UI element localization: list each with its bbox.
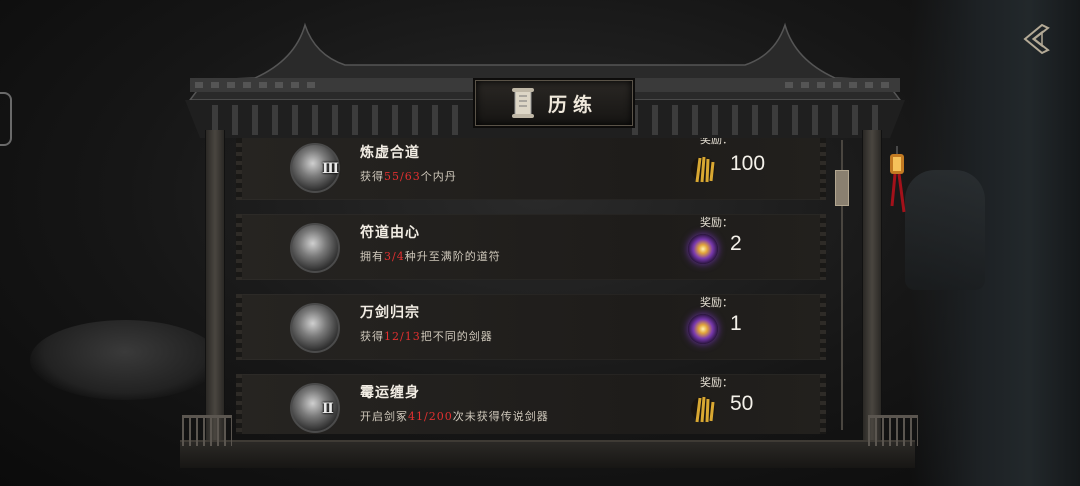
lantern-icon bbox=[890, 146, 906, 213]
background-rock bbox=[30, 320, 220, 400]
quest-name: 符道由心 bbox=[360, 225, 420, 241]
page-title: 历练 bbox=[547, 93, 598, 116]
back-button[interactable] bbox=[1018, 20, 1056, 58]
list-item[interactable]: 万剑归宗 获得12/13把不同的剑器 奖励： 1 bbox=[236, 294, 826, 360]
side-tab-edge[interactable] bbox=[0, 92, 12, 146]
list-item[interactable]: 符道由心 拥有3/4种升至满阶的道符 奖励： 2 bbox=[236, 214, 826, 280]
list-item[interactable]: Ⅱ 霉运缠身 开启剑冢41/200次未获得传说剑器 奖励： 50 bbox=[236, 374, 826, 434]
reward-amount: 2 bbox=[730, 232, 742, 255]
list-scrollbar[interactable] bbox=[834, 140, 850, 430]
pillar-left bbox=[205, 130, 225, 450]
scroll-icon bbox=[511, 88, 534, 118]
back-arrow-icon bbox=[1023, 23, 1050, 55]
pavilion-base bbox=[180, 440, 915, 468]
background-statue bbox=[905, 170, 985, 290]
reward-label: 奖励： bbox=[700, 376, 733, 389]
list-item[interactable]: Ⅲ 炼虚合道 获得55/63个内丹 奖励： 100 bbox=[236, 138, 826, 200]
quest-name: 炼虚合道 bbox=[360, 145, 420, 161]
quest-name: 万剑归宗 bbox=[360, 305, 420, 321]
title-plaque: 历练 bbox=[475, 80, 633, 126]
tier-label: Ⅲ bbox=[322, 161, 340, 177]
reward-amount: 100 bbox=[730, 152, 766, 175]
quest-desc: 开启剑冢41/200次未获得传说剑器 bbox=[360, 410, 549, 423]
gold-sword-bundle-icon bbox=[688, 154, 718, 184]
quest-desc: 获得12/13把不同的剑器 bbox=[360, 330, 493, 343]
quest-name: 霉运缠身 bbox=[360, 385, 420, 401]
scroll-thumb[interactable] bbox=[835, 170, 849, 206]
quest-desc: 拥有3/4种升至满阶的道符 bbox=[360, 250, 501, 263]
gold-sword-bundle-icon bbox=[688, 394, 718, 424]
quest-progress: 55/63 bbox=[384, 170, 421, 183]
talisman-cards-badge-icon bbox=[290, 223, 340, 273]
quest-list[interactable]: Ⅲ 炼虚合道 获得55/63个内丹 奖励： 100 符道由心 拥有3/4种升至满… bbox=[230, 138, 852, 434]
railing-left bbox=[182, 415, 232, 446]
reward-amount: 1 bbox=[730, 312, 742, 335]
spirit-orb-icon bbox=[688, 234, 718, 264]
reward-amount: 50 bbox=[730, 392, 754, 415]
reward-label: 奖励： bbox=[700, 216, 733, 229]
pillar-right bbox=[862, 130, 882, 450]
quest-progress: 3/4 bbox=[384, 250, 405, 263]
quest-desc: 获得55/63个内丹 bbox=[360, 170, 457, 183]
spirit-orb-icon bbox=[688, 314, 718, 344]
quest-progress: 41/200 bbox=[408, 410, 453, 423]
reward-label: 奖励： bbox=[700, 296, 733, 309]
reward-label: 奖励： bbox=[700, 138, 733, 146]
quest-progress: 12/13 bbox=[384, 330, 421, 343]
swords-badge-icon bbox=[290, 303, 340, 353]
tier-label: Ⅱ bbox=[322, 401, 334, 417]
railing-right bbox=[868, 415, 918, 446]
